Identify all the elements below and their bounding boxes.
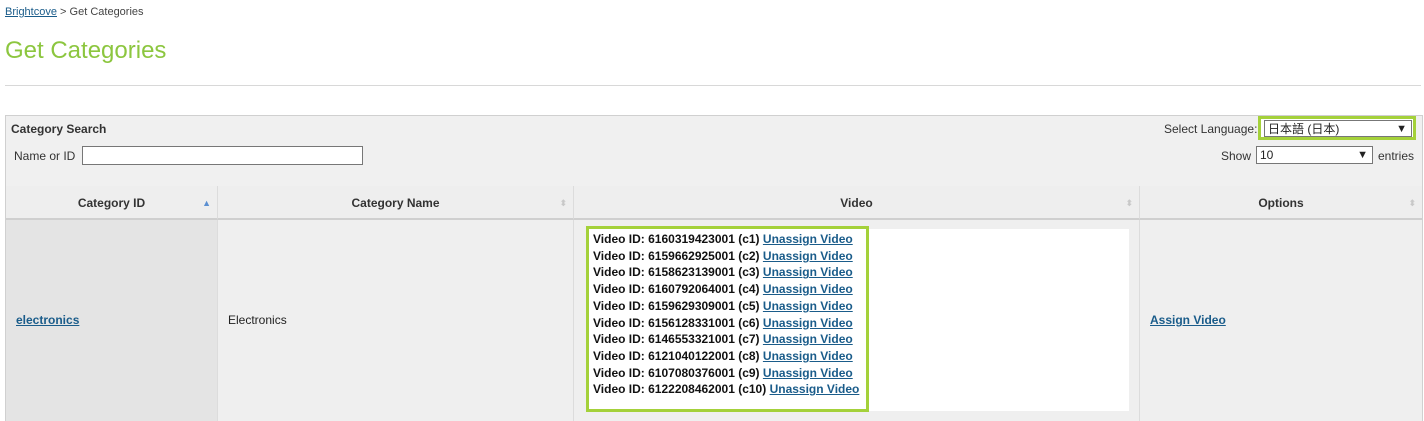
name-or-id-label: Name or ID — [14, 149, 76, 163]
chevron-down-icon: ▼ — [1396, 123, 1407, 135]
category-name: Electronics — [228, 313, 287, 327]
unassign-video-link[interactable]: Unassign Video — [763, 249, 853, 263]
unassign-video-link[interactable]: Unassign Video — [763, 366, 853, 380]
entries-label: entries — [1378, 149, 1415, 163]
video-list-item: Video ID: 6160319423001 (c1) Unassign Vi… — [593, 232, 853, 246]
unassign-video-link[interactable]: Unassign Video — [763, 282, 853, 296]
table-row-cell-category-id: electronics — [6, 220, 218, 421]
unassign-video-link[interactable]: Unassign Video — [763, 332, 853, 346]
language-select[interactable]: 日本語 (日本) ▼ — [1264, 120, 1412, 137]
name-or-id-input[interactable] — [82, 146, 363, 165]
video-list-item: Video ID: 6156128331001 (c6) Unassign Vi… — [593, 316, 853, 330]
video-id-text: Video ID: 6160792064001 (c4) — [593, 282, 760, 297]
video-list: Video ID: 6160319423001 (c1) Unassign Vi… — [586, 226, 869, 412]
category-panel: Category Search Name or ID Select Langua… — [5, 115, 1423, 421]
table-row-cell-options: Assign Video — [1140, 220, 1422, 421]
assign-video-link[interactable]: Assign Video — [1150, 313, 1226, 327]
video-id-text: Video ID: 6107080376001 (c9) — [593, 365, 760, 380]
unassign-video-link[interactable]: Unassign Video — [763, 232, 853, 246]
video-id-text: Video ID: 6159662925001 (c2) — [593, 248, 760, 263]
video-id-text: Video ID: 6121040122001 (c8) — [593, 348, 760, 363]
entries-select-value: 10 — [1260, 148, 1274, 162]
unassign-video-link[interactable]: Unassign Video — [763, 316, 853, 330]
video-id-text: Video ID: 6146553321001 (c7) — [593, 332, 760, 347]
language-select-highlight: 日本語 (日本) ▼ — [1258, 116, 1416, 140]
column-header-category-name[interactable]: Category Name ⬍ — [218, 186, 574, 220]
breadcrumb-current: Get Categories — [69, 6, 144, 18]
sort-both-icon: ⬍ — [559, 198, 567, 208]
divider — [5, 85, 1421, 86]
breadcrumb-separator: > — [60, 6, 67, 18]
video-id-text: Video ID: 6122208462001 (c10) — [593, 382, 767, 397]
video-list-item: Video ID: 6122208462001 (c10) Unassign V… — [593, 382, 859, 396]
breadcrumb-link-brightcove[interactable]: Brightcove — [5, 6, 57, 18]
video-list-item: Video ID: 6160792064001 (c4) Unassign Vi… — [593, 282, 853, 296]
category-id-link[interactable]: electronics — [16, 313, 79, 327]
video-list-item: Video ID: 6107080376001 (c9) Unassign Vi… — [593, 366, 853, 380]
breadcrumb: Brightcove > Get Categories — [5, 6, 144, 18]
unassign-video-link[interactable]: Unassign Video — [763, 299, 853, 313]
category-search-bar: Category Search Name or ID Select Langua… — [6, 116, 1422, 186]
column-header-category-id[interactable]: Category ID ▲ — [6, 186, 218, 220]
video-list-item: Video ID: 6159629309001 (c5) Unassign Vi… — [593, 299, 853, 313]
chevron-down-icon: ▼ — [1357, 149, 1368, 161]
category-search-title: Category Search — [11, 122, 107, 136]
sort-both-icon: ⬍ — [1125, 198, 1133, 208]
video-list-item: Video ID: 6146553321001 (c7) Unassign Vi… — [593, 332, 853, 346]
video-id-text: Video ID: 6158623139001 (c3) — [593, 265, 760, 280]
sort-ascending-icon: ▲ — [202, 198, 211, 208]
video-list-item: Video ID: 6159662925001 (c2) Unassign Vi… — [593, 249, 853, 263]
column-header-video[interactable]: Video ⬍ — [574, 186, 1140, 220]
language-select-value: 日本語 (日本) — [1268, 122, 1340, 136]
show-label: Show — [1221, 149, 1252, 163]
page-title: Get Categories — [5, 37, 167, 64]
select-language-label: Select Language: — [1164, 122, 1258, 136]
column-header-options[interactable]: Options ⬍ — [1140, 186, 1422, 220]
video-id-text: Video ID: 6156128331001 (c6) — [593, 315, 760, 330]
table-row-cell-category-name: Electronics — [218, 220, 574, 421]
sort-both-icon: ⬍ — [1408, 198, 1416, 208]
video-list-item: Video ID: 6158623139001 (c3) Unassign Vi… — [593, 265, 853, 279]
video-list-item: Video ID: 6121040122001 (c8) Unassign Vi… — [593, 349, 853, 363]
unassign-video-link[interactable]: Unassign Video — [763, 265, 853, 279]
video-id-text: Video ID: 6160319423001 (c1) — [593, 232, 760, 246]
unassign-video-link[interactable]: Unassign Video — [763, 349, 853, 363]
entries-select[interactable]: 10 ▼ — [1256, 146, 1373, 164]
unassign-video-link[interactable]: Unassign Video — [770, 382, 860, 396]
video-id-text: Video ID: 6159629309001 (c5) — [593, 298, 760, 313]
